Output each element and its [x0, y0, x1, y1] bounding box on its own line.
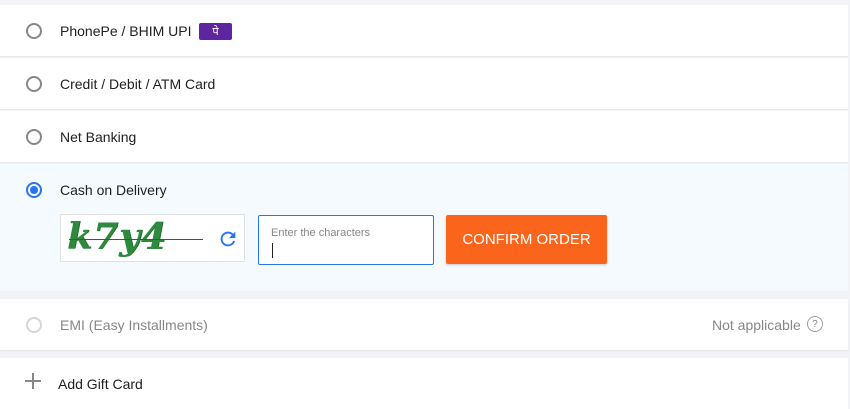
payment-option-phonepe[interactable]: PhonePe / BHIM UPI पे: [0, 5, 848, 57]
phonepe-logo-badge: पे: [199, 23, 232, 40]
plus-icon: [24, 372, 42, 390]
radio-netbanking[interactable]: [26, 129, 42, 145]
text-caret: [272, 243, 273, 258]
radio-phonepe[interactable]: [26, 23, 42, 39]
captcha-image: k7y4: [60, 214, 245, 262]
payment-option-label: Cash on Delivery: [60, 182, 167, 198]
payment-option-label: EMI (Easy Installments): [60, 317, 208, 333]
payment-option-cod[interactable]: Cash on Delivery k7y4 Enter the characte…: [0, 164, 848, 291]
radio-card[interactable]: [26, 76, 42, 92]
refresh-icon[interactable]: [217, 228, 239, 250]
payment-option-label: Net Banking: [60, 129, 137, 145]
captcha-text: k7y4: [67, 216, 167, 258]
captcha-noise-line: [69, 239, 203, 240]
emi-status: Not applicable: [712, 317, 801, 333]
add-gift-card[interactable]: Add Gift Card: [0, 358, 848, 409]
confirm-order-button[interactable]: CONFIRM ORDER: [446, 215, 607, 264]
captcha-input-placeholder: Enter the characters: [271, 227, 371, 239]
radio-cod[interactable]: [26, 182, 42, 198]
payment-option-label: PhonePe / BHIM UPI: [60, 23, 192, 39]
radio-emi: [26, 317, 42, 333]
add-gift-card-label: Add Gift Card: [58, 376, 143, 392]
payment-option-card[interactable]: Credit / Debit / ATM Card: [0, 58, 848, 110]
payment-option-netbanking[interactable]: Net Banking: [0, 111, 848, 163]
payment-option-label: Credit / Debit / ATM Card: [60, 76, 216, 92]
help-icon[interactable]: ?: [807, 316, 823, 332]
captcha-input-field[interactable]: Enter the characters: [258, 215, 434, 265]
captcha-input[interactable]: [269, 240, 423, 260]
payment-option-emi: EMI (Easy Installments) Not applicable ?: [0, 299, 848, 350]
payment-options-panel: PhonePe / BHIM UPI पे Credit / Debit / A…: [0, 0, 850, 409]
